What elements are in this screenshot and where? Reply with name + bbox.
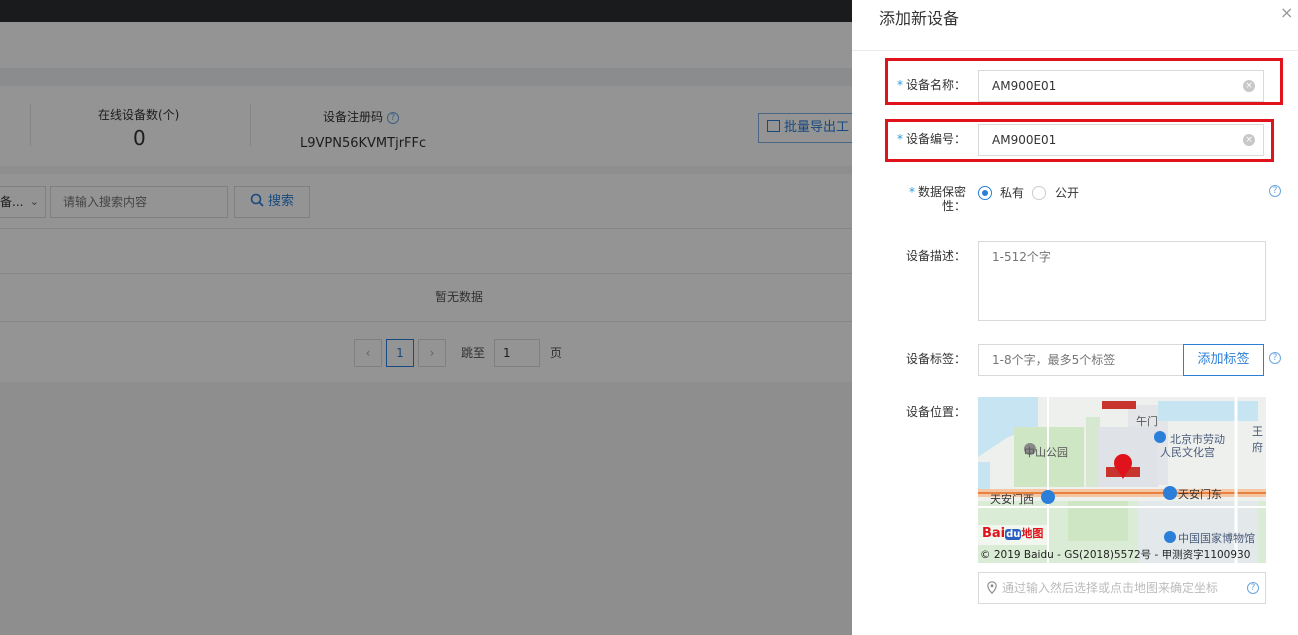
baidu-logo: Baidu地图 [982, 526, 1044, 541]
add-device-drawer: 添加新设备 × * 设备名称： AM900E01 × * 设备编号： AM900E01… [852, 0, 1298, 635]
private-option-label: 私有 [1000, 186, 1025, 200]
map-label-tiananmen-west: 天安门西 [990, 493, 1034, 506]
close-icon[interactable]: × [1280, 3, 1293, 22]
public-radio[interactable] [1032, 186, 1046, 200]
drawer-divider [852, 50, 1298, 51]
location-label: 设备位置： [905, 405, 966, 419]
map-copyright: © 2019 Baidu - GS(2018)5572号 - 甲测资字11009… [980, 549, 1251, 561]
public-option-label: 公开 [1055, 186, 1080, 200]
tags-label: 设备标签： [905, 352, 966, 366]
map-label-tiananmen-east: 天安门东 [1178, 488, 1222, 501]
description-label: 设备描述： [905, 249, 966, 263]
map-label-museum: 中国国家博物馆 [1178, 532, 1255, 545]
add-tag-button[interactable]: 添加标签 [1183, 344, 1264, 376]
device-name-label: * 设备名称： [896, 78, 966, 92]
location-pin-icon [987, 581, 997, 594]
privacy-label: * 数据保密 性： [908, 185, 966, 213]
clear-icon[interactable]: × [1243, 80, 1255, 92]
help-icon[interactable]: ? [1247, 582, 1259, 594]
clear-icon[interactable]: × [1243, 134, 1255, 146]
device-code-input[interactable]: AM900E01 × [978, 124, 1264, 156]
drawer-title: 添加新设备 [879, 9, 960, 28]
device-code-label: * 设备编号： [896, 132, 966, 146]
map-label-zhongshan-park: 中山公园 [1024, 446, 1068, 459]
map-label-wumen: 午门 [1136, 415, 1158, 428]
help-icon[interactable]: ? [1269, 185, 1281, 197]
page: 在线设备数(个) 0 设备注册码 ? L9VPN56KVMTjrFFc 批量导出… [0, 0, 1298, 635]
location-search-input[interactable]: 通过输入然后选择或点击地图来确定坐标 ? [978, 572, 1266, 604]
tag-input[interactable] [978, 344, 1184, 376]
help-icon[interactable]: ? [1269, 352, 1281, 364]
description-textarea[interactable] [978, 241, 1266, 321]
private-radio[interactable] [978, 186, 992, 200]
map-label-labor-palace-2: 人民文化宫 [1160, 446, 1215, 459]
map-label-wangfu: 王府 [1252, 425, 1263, 454]
location-map[interactable]: 午门 北京市劳动 人民文化宫 中山公园 天安门西 天安门东 中国国家博物馆 王府… [978, 397, 1266, 563]
modal-overlay[interactable] [0, 0, 852, 635]
device-name-input[interactable]: AM900E01 × [978, 70, 1264, 102]
